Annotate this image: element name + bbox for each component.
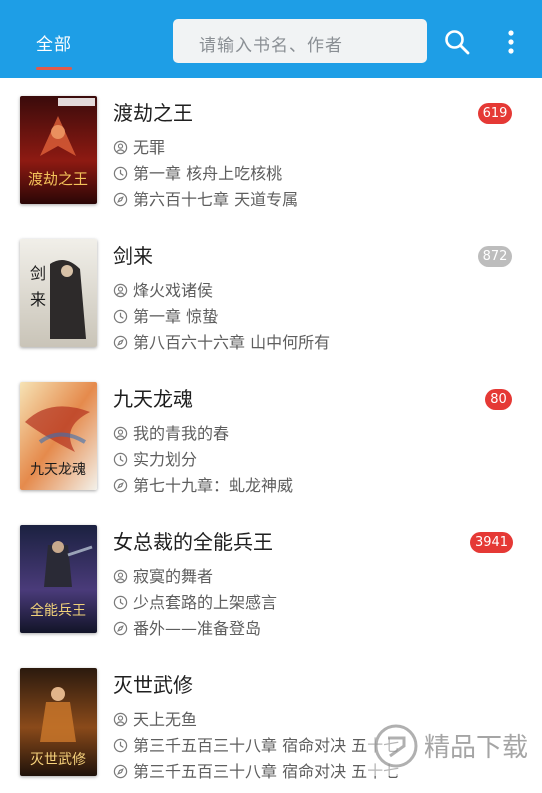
search-placeholder: 请输入书名、作者 (199, 36, 343, 56)
book-cover: 灭世武修 (20, 668, 97, 776)
compass-icon (113, 335, 128, 350)
book-title: 剑来 (113, 244, 153, 268)
book-author: 烽火戏诸侯 (113, 277, 213, 301)
clock-icon (113, 452, 128, 467)
book-author: 寂寞的舞者 (113, 563, 213, 587)
more-vertical-icon[interactable] (503, 28, 519, 56)
svg-text:精品下载: 精品下载 (424, 733, 528, 763)
book-item[interactable]: 剑 来 剑来 烽火戏诸侯 第一章 惊蛰 第八百六十六章 山中何所有 872 (0, 221, 542, 364)
book-title: 灭世武修 (113, 673, 193, 697)
unread-count-badge: 619 (478, 103, 512, 124)
svg-text:来: 来 (30, 290, 46, 309)
tab-indicator (36, 67, 72, 70)
user-icon (113, 140, 128, 155)
clock-icon (113, 309, 128, 324)
search-icon[interactable] (444, 29, 470, 55)
book-first-chapter: 第一章 核舟上吃核桃 (113, 160, 282, 184)
svg-text:全能兵王: 全能兵王 (30, 602, 86, 619)
book-author: 天上无鱼 (113, 706, 197, 730)
book-cover: 九天龙魂 (20, 382, 97, 490)
book-item[interactable]: 渡劫之王 渡劫之王 无罪 第一章 核舟上吃核桃 第六百十七章 天道专属 619 (0, 78, 542, 221)
book-author: 无罪 (113, 134, 165, 158)
book-item[interactable]: 九天龙魂 九天龙魂 我的青我的春 实力划分 第七十九章：虬龙神威 80 (0, 364, 542, 507)
top-app-bar: 全部 请输入书名、作者 (0, 0, 542, 78)
compass-icon (113, 764, 128, 779)
unread-count-badge: 3941 (470, 532, 513, 553)
book-cover: 剑 来 (20, 239, 97, 347)
book-first-chapter: 少点套路的上架感言 (113, 589, 277, 613)
clock-icon (113, 166, 128, 181)
user-icon (113, 712, 128, 727)
book-first-chapter: 实力划分 (113, 446, 197, 470)
compass-icon (113, 192, 128, 207)
user-icon (113, 426, 128, 441)
book-latest-chapter: 番外——准备登岛 (113, 615, 261, 639)
book-latest-chapter: 第六百十七章 天道专属 (113, 186, 298, 210)
book-title: 渡劫之王 (113, 101, 193, 125)
clock-icon (113, 738, 128, 753)
book-title: 女总裁的全能兵王 (113, 530, 273, 554)
book-title: 九天龙魂 (113, 387, 193, 411)
user-icon (113, 569, 128, 584)
user-icon (113, 283, 128, 298)
unread-count-badge: 872 (478, 246, 512, 267)
book-author: 我的青我的春 (113, 420, 229, 444)
book-latest-chapter: 第七十九章：虬龙神威 (113, 472, 293, 496)
svg-text:九天龙魂: 九天龙魂 (30, 462, 86, 478)
compass-icon (113, 621, 128, 636)
svg-text:渡劫之王: 渡劫之王 (28, 170, 88, 188)
unread-count-badge: 80 (485, 389, 512, 410)
book-latest-chapter: 第三千五百三十八章 宿命对决 五十七 (113, 758, 399, 782)
clock-icon (113, 595, 128, 610)
site-watermark: 精品下载 (368, 716, 542, 776)
svg-text:剑: 剑 (30, 264, 46, 283)
book-cover: 全能兵王 (20, 525, 97, 633)
book-item[interactable]: 全能兵王 女总裁的全能兵王 寂寞的舞者 少点套路的上架感言 番外——准备登岛 3… (0, 507, 542, 650)
compass-icon (113, 478, 128, 493)
book-first-chapter: 第三千五百三十八章 宿命对决 五十七 (113, 732, 399, 756)
svg-text:灭世武修: 灭世武修 (30, 752, 86, 768)
book-latest-chapter: 第八百六十六章 山中何所有 (113, 329, 330, 353)
book-cover: 渡劫之王 (20, 96, 97, 204)
book-first-chapter: 第一章 惊蛰 (113, 303, 218, 327)
search-input[interactable]: 请输入书名、作者 (173, 19, 427, 63)
tab-all[interactable]: 全部 (36, 30, 72, 55)
